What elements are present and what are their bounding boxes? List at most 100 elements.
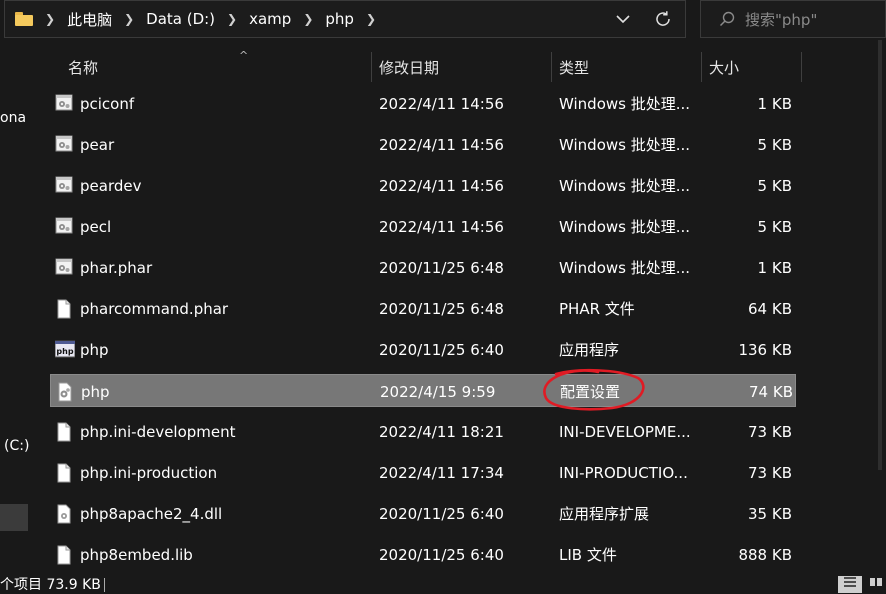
file-size: 73 KB: [748, 463, 792, 482]
nav-item-selected[interactable]: [0, 504, 28, 531]
nav-item-label[interactable]: ona: [0, 110, 26, 126]
file-date: 2020/11/25 6:40: [379, 504, 504, 523]
column-header-name[interactable]: 名称: [68, 50, 98, 84]
breadcrumb-separator-icon[interactable]: ❯: [303, 12, 313, 26]
breadcrumb-separator-icon: ❯: [45, 12, 56, 26]
breadcrumb-item[interactable]: xamp: [249, 10, 291, 28]
large-icons-view-icon[interactable]: [864, 576, 886, 593]
file-size: 64 KB: [748, 299, 792, 318]
batch-file-icon: [55, 94, 73, 114]
column-divider[interactable]: [801, 52, 802, 82]
file-date: 2020/11/25 6:48: [379, 258, 504, 277]
file-type: INI-DEVELOPME...: [559, 422, 691, 441]
breadcrumb-item[interactable]: 此电脑: [67, 9, 112, 30]
file-icon: [55, 299, 73, 319]
navigation-pane[interactable]: ona (C:): [0, 40, 30, 580]
column-header-date[interactable]: 修改日期: [379, 50, 439, 84]
file-size: 136 KB: [738, 340, 792, 359]
batch-file-icon: [55, 135, 73, 155]
file-row[interactable]: pear 2022/4/11 14:56 Windows 批处理... 5 KB: [50, 128, 796, 161]
file-date: 2022/4/11 14:56: [379, 217, 504, 236]
file-type: Windows 批处理...: [559, 136, 691, 154]
batch-file-icon: [55, 176, 73, 196]
file-size: 35 KB: [748, 504, 792, 523]
file-row[interactable]: pciconf 2022/4/11 14:56 Windows 批处理... 1 KB: [50, 87, 796, 120]
file-name: pciconf: [80, 94, 135, 113]
status-text: 个项目 73.9 KB: [0, 577, 101, 593]
vertical-scrollbar[interactable]: [874, 40, 886, 580]
file-type: Windows 批处理...: [559, 259, 691, 277]
file-row[interactable]: php.ini-production 2022/4/11 17:34 INI-PRO…: [50, 456, 796, 489]
search-icon: [719, 11, 735, 27]
file-type: 应用程序扩展: [559, 505, 650, 523]
file-type: Windows 批处理...: [559, 95, 691, 113]
file-name: php: [81, 382, 110, 401]
file-type: LIB 文件: [559, 546, 617, 564]
column-header-type[interactable]: 类型: [559, 50, 589, 84]
file-name: php8embed.lib: [80, 545, 193, 564]
file-date: 2020/11/25 6:40: [379, 545, 504, 564]
column-header-size[interactable]: 大小: [709, 50, 739, 84]
file-icon: [55, 463, 73, 483]
file-date: 2022/4/11 14:56: [379, 94, 504, 113]
file-size: 1 KB: [757, 258, 792, 277]
file-row[interactable]: pecl 2022/4/11 14:56 Windows 批处理... 5 KB: [50, 210, 796, 243]
history-dropdown-chevron-icon[interactable]: [605, 14, 641, 24]
annotation-circle-icon: [543, 368, 645, 411]
file-row[interactable]: phar.phar 2020/11/25 6:48 Windows 批处理... 1 …: [50, 251, 796, 284]
batch-file-icon: [55, 217, 73, 237]
file-name: pear: [80, 135, 115, 154]
file-size: 1 KB: [757, 94, 792, 113]
file-size: 5 KB: [757, 135, 792, 154]
file-name: pharcommand.phar: [80, 299, 229, 318]
file-size: 73 KB: [748, 422, 792, 441]
column-divider[interactable]: [551, 52, 552, 82]
file-row[interactable]: peardev 2022/4/11 14:56 Windows 批处理... 5 KB: [50, 169, 796, 202]
breadcrumb-item[interactable]: php: [325, 10, 354, 28]
file-row[interactable]: php.ini-development 2022/4/11 18:21 INI-DE…: [50, 415, 796, 448]
config-file-icon: [56, 382, 74, 402]
breadcrumb-separator-icon[interactable]: ❯: [366, 12, 376, 26]
php-exe-icon: php: [54, 340, 76, 360]
file-date: 2020/11/25 6:48: [379, 299, 504, 318]
svg-text:php: php: [56, 347, 73, 356]
status-bar: 个项目 73.9 KB: [0, 576, 886, 593]
file-row[interactable]: php8apache2_4.dll 2020/11/25 6:40 应用程序扩展 35…: [50, 497, 796, 530]
sort-ascending-icon: ^: [239, 49, 249, 62]
file-icon: [55, 422, 73, 442]
column-divider[interactable]: [371, 52, 372, 82]
file-type: Windows 批处理...: [559, 177, 691, 195]
column-divider[interactable]: [701, 52, 702, 82]
file-type: Windows 批处理...: [559, 218, 691, 236]
nav-item-label[interactable]: (C:): [4, 438, 29, 454]
file-name: peardev: [80, 176, 142, 195]
file-size: 5 KB: [757, 217, 792, 236]
dll-file-icon: [55, 504, 73, 524]
file-row[interactable]: php 2022/4/15 9:59 配置设置 74 KB: [50, 374, 796, 407]
breadcrumb-separator-icon[interactable]: ❯: [124, 12, 134, 26]
batch-file-icon: [55, 258, 73, 278]
details-view-icon[interactable]: [838, 576, 862, 593]
column-header-row: ^ 名称 修改日期 类型 大小: [30, 49, 886, 84]
file-type: INI-PRODUCTIO...: [559, 463, 688, 482]
file-row[interactable]: php8embed.lib 2020/11/25 6:40 LIB 文件 888 KB: [50, 538, 796, 571]
file-date: 2022/4/15 9:59: [380, 382, 496, 401]
file-date: 2022/4/11 17:34: [379, 463, 504, 482]
file-date: 2022/4/11 14:56: [379, 176, 504, 195]
file-date: 2022/4/11 18:21: [379, 422, 504, 441]
status-divider: [104, 578, 105, 592]
search-box[interactable]: 搜索"php": [700, 0, 886, 38]
file-row[interactable]: php php 2020/11/25 6:40 应用程序 136 KB: [50, 333, 796, 366]
scrollbar-thumb[interactable]: [878, 40, 882, 470]
file-name: php.ini-development: [80, 422, 236, 441]
file-name: pecl: [80, 217, 112, 236]
file-size: 74 KB: [749, 382, 793, 401]
address-bar[interactable]: ❯ 此电脑 ❯ Data (D:) ❯ xamp ❯ php ❯: [4, 0, 686, 38]
refresh-icon[interactable]: [641, 10, 685, 28]
breadcrumb-item[interactable]: Data (D:): [146, 10, 215, 28]
file-row[interactable]: pharcommand.phar 2020/11/25 6:48 PHAR 文件 64…: [50, 292, 796, 325]
breadcrumb-separator-icon[interactable]: ❯: [227, 12, 237, 26]
file-date: 2020/11/25 6:40: [379, 340, 504, 359]
search-placeholder: 搜索"php": [745, 10, 818, 29]
file-name: php8apache2_4.dll: [80, 504, 223, 523]
